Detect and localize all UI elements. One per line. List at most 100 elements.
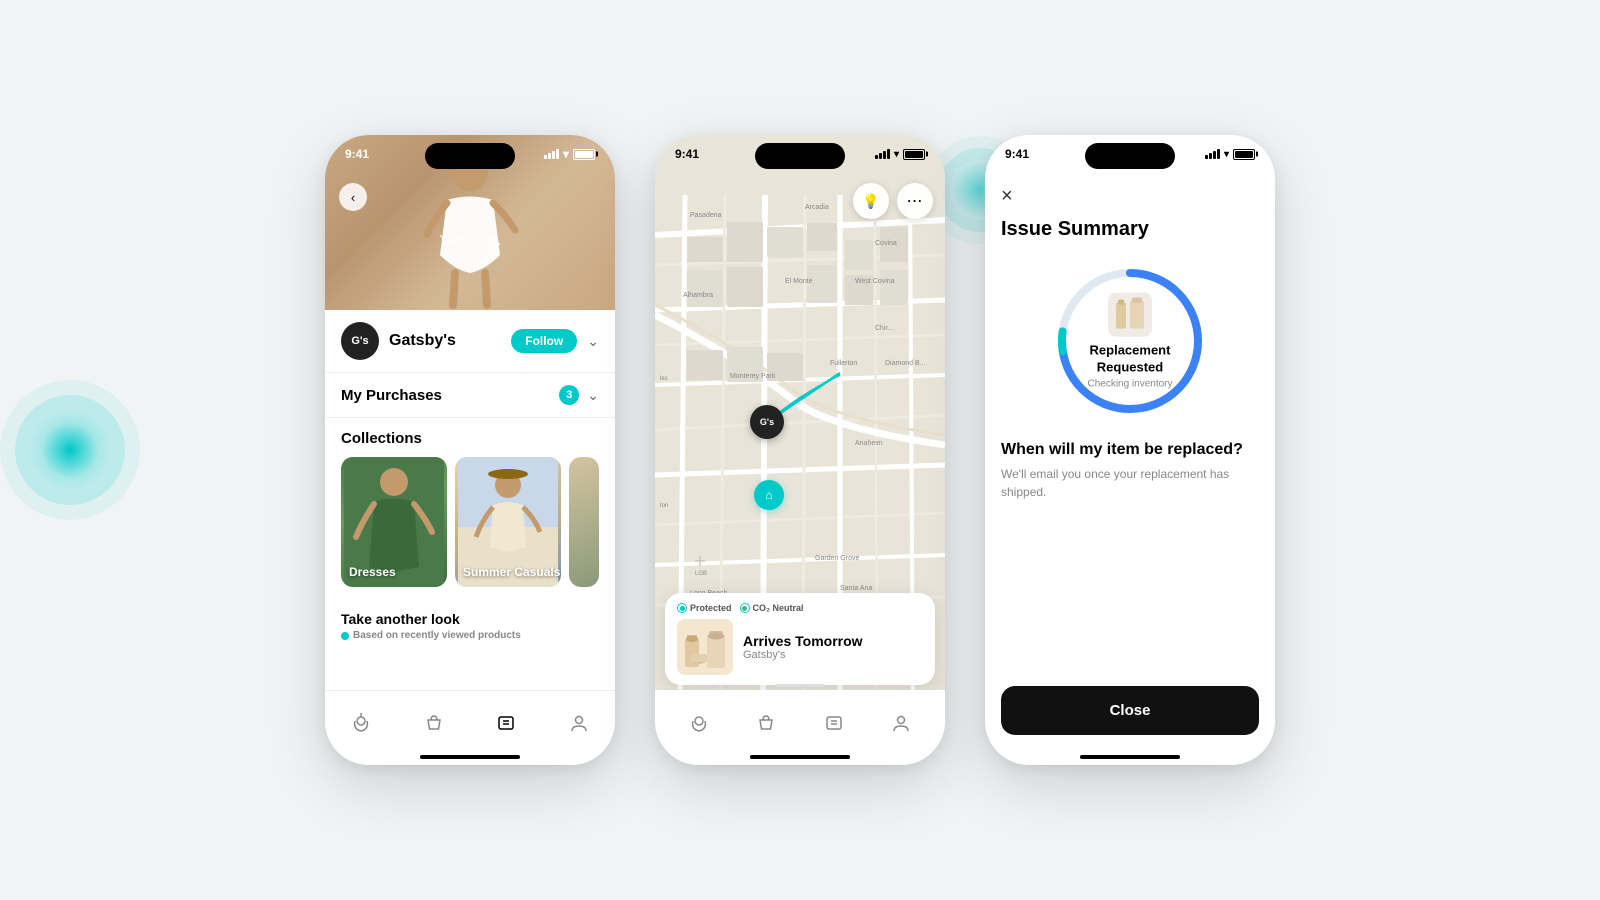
home-indicator-2 <box>750 755 850 759</box>
svg-text:Diamond B...: Diamond B... <box>885 360 926 367</box>
store-marker-label: G's <box>760 417 774 427</box>
checking-inventory-text: Checking inventory <box>1075 378 1185 389</box>
wifi-icon-2: ▾ <box>894 149 899 160</box>
hero-figure <box>405 145 535 310</box>
close-x-button[interactable]: × <box>1001 185 1013 208</box>
package-row: Arrives Tomorrow Gatsby's <box>677 619 923 675</box>
nav-profile-1[interactable] <box>559 709 599 737</box>
bg-decoration-left <box>30 410 110 490</box>
shop-name: Gatsby's <box>389 332 501 350</box>
bulb-icon: 💡 <box>862 193 879 210</box>
packages-footer: 4 packages + ∨ <box>655 690 945 765</box>
list-icon-1 <box>496 713 516 733</box>
shop-avatar: G's <box>341 322 379 360</box>
bag-icon-1 <box>424 713 444 733</box>
collections-title: Collections <box>341 430 599 447</box>
follow-button[interactable]: Follow <box>511 329 577 353</box>
battery-icon-1 <box>573 149 595 160</box>
phone-3-issue-summary: 9:41 ▾ × Issue Summary <box>985 135 1275 765</box>
bulb-button[interactable]: 💡 <box>853 183 889 219</box>
nav-location-1[interactable] <box>341 709 381 737</box>
nav-list-1[interactable] <box>486 709 526 737</box>
nav-list-2[interactable] <box>814 709 854 737</box>
close-action-button[interactable]: Close <box>1001 686 1259 735</box>
phone-2-map: Pasadena Arcadia Alhambra El Monte West … <box>655 135 945 765</box>
purchases-row[interactable]: My Purchases 3 ⌄ <box>325 373 615 418</box>
svg-text:Covina: Covina <box>875 240 897 247</box>
battery-icon-2 <box>903 149 925 160</box>
phone2-status-bar: 9:41 ▾ <box>655 135 945 165</box>
more-button[interactable]: ⋯ <box>897 183 933 219</box>
collection-dresses[interactable]: Dresses <box>341 457 447 587</box>
back-button[interactable]: ‹ <box>339 183 367 211</box>
phone1-bottom-nav <box>325 690 615 765</box>
status-icons-1: ▾ <box>544 147 595 161</box>
collections-section: Collections Dresses <box>325 418 615 599</box>
scroll-indicator <box>775 684 825 687</box>
store-name-card: Gatsby's <box>743 649 923 661</box>
status-time-2: 9:41 <box>675 147 699 161</box>
location-icon-1 <box>351 713 371 733</box>
battery-icon-3 <box>1233 149 1255 160</box>
protected-badge: Protected <box>677 603 732 613</box>
svg-text:Chir...: Chir... <box>875 325 893 332</box>
hero-image: 9:41 ▾ ‹ <box>325 135 615 310</box>
when-replaced-desc: We'll email you once your replacement ha… <box>1001 465 1259 501</box>
take-another-look-section: Take another look Based on recently view… <box>325 599 615 653</box>
dynamic-island-1 <box>425 143 515 169</box>
svg-text:Anaheim: Anaheim <box>855 440 883 447</box>
circular-progress: Replacement Requested Checking inventory <box>1050 261 1210 421</box>
take-another-look-title: Take another look <box>341 611 599 627</box>
status-icons-3: ▾ <box>1205 149 1255 160</box>
home-icon: ⌂ <box>765 488 772 502</box>
co2-label: CO₂ Neutral <box>753 603 804 613</box>
protected-label: Protected <box>690 603 732 613</box>
product-thumbnail <box>1108 293 1152 337</box>
svg-text:Monterey Park: Monterey Park <box>730 373 776 380</box>
svg-text:Pasadena: Pasadena <box>690 212 722 219</box>
phone2-bottom-nav <box>655 690 945 765</box>
wifi-icon-1: ▾ <box>563 147 569 161</box>
collections-grid: Dresses <box>341 457 599 587</box>
collection-summer[interactable]: Summer Casuals <box>455 457 561 587</box>
phone-1-store-profile: 9:41 ▾ ‹ <box>325 135 615 765</box>
svg-text:Alhambra: Alhambra <box>683 292 713 299</box>
signal-bars-3 <box>1205 149 1220 159</box>
home-marker: ⌂ <box>754 480 784 510</box>
shop-info-chevron[interactable]: ⌄ <box>587 333 599 350</box>
svg-text:West Covina: West Covina <box>855 278 895 285</box>
package-badges: Protected CO₂ Neutral <box>677 603 923 613</box>
collection-more[interactable] <box>569 457 599 587</box>
when-replaced-section: When will my item be replaced? We'll ema… <box>1001 441 1259 501</box>
co2-badge-ring <box>740 603 750 613</box>
map-action-buttons: 💡 ⋯ <box>853 183 933 219</box>
issue-panel: × Issue Summary <box>985 135 1275 765</box>
take-another-look-subtitle: Based on recently viewed products <box>341 630 599 641</box>
issue-title: Issue Summary <box>1001 218 1259 241</box>
product-thumb-svg <box>1108 293 1152 337</box>
svg-text:Garden Grove: Garden Grove <box>815 555 859 562</box>
replacement-status-text: Replacement Requested <box>1075 343 1185 377</box>
svg-text:les: les <box>660 376 668 382</box>
circle-center-content: Replacement Requested Checking inventory <box>1075 293 1185 390</box>
nav-bag-1[interactable] <box>414 709 454 737</box>
co2-badge: CO₂ Neutral <box>740 603 804 613</box>
nav-profile-2[interactable] <box>881 709 921 737</box>
purchases-badge: 3 <box>559 385 579 405</box>
purchases-label: My Purchases <box>341 387 559 404</box>
purchases-chevron[interactable]: ⌄ <box>587 387 599 404</box>
profile-icon-1 <box>569 713 589 733</box>
svg-text:LGB: LGB <box>695 571 707 577</box>
svg-text:Santa Ana: Santa Ana <box>840 585 872 592</box>
svg-text:Arcadia: Arcadia <box>805 204 829 211</box>
nav-location-2[interactable] <box>679 709 719 737</box>
phones-container: 9:41 ▾ ‹ <box>325 135 1275 765</box>
wifi-icon-3: ▾ <box>1224 149 1229 160</box>
circular-progress-container: Replacement Requested Checking inventory <box>1001 261 1259 421</box>
product-svg <box>677 619 733 675</box>
collection-label-summer: Summer Casuals <box>463 565 560 579</box>
nav-bag-2[interactable] <box>746 709 786 737</box>
package-info-card: Protected CO₂ Neutral <box>665 593 935 685</box>
home-indicator-3 <box>1080 755 1180 759</box>
take-another-look-desc: Based on recently viewed products <box>353 630 521 641</box>
